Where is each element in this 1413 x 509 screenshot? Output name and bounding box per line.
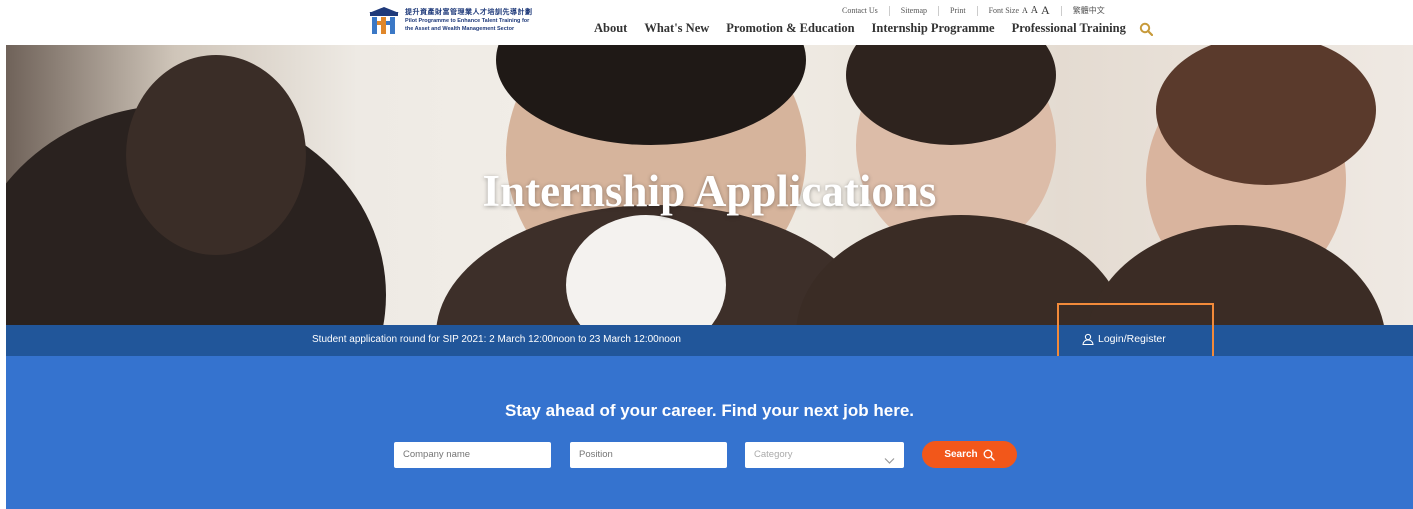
site-header: 提升資產財富管理業人才培訓先導計劃 Pilot Programme to Enh… xyxy=(0,0,1413,45)
category-select[interactable]: Category xyxy=(745,442,904,468)
contact-link[interactable]: Contact Us xyxy=(842,6,878,15)
divider xyxy=(938,5,939,16)
logo-name-en-2: the Asset and Wealth Management Sector xyxy=(405,26,515,32)
login-register-button[interactable]: Login/Register xyxy=(1082,333,1166,345)
category-select-value: Category xyxy=(754,449,793,460)
divider xyxy=(888,5,890,16)
nav-item-professional-training[interactable]: Professional Training xyxy=(1012,21,1126,36)
search-icon[interactable] xyxy=(1139,22,1153,36)
search-button[interactable]: Search xyxy=(922,441,1017,468)
nav-item-whats-new[interactable]: What's New xyxy=(644,21,709,36)
search-button-label: Search xyxy=(944,449,978,460)
main-nav: About What's New Promotion & Education I… xyxy=(594,21,1153,36)
chevron-down-icon xyxy=(884,450,895,464)
sitemap-link[interactable]: Sitemap xyxy=(901,6,927,15)
hero-photo-person xyxy=(1086,225,1386,325)
font-size-large-button[interactable]: A xyxy=(1041,3,1050,18)
logo-text: 提升資產財富管理業人才培訓先導計劃 Pilot Programme to Enh… xyxy=(405,9,533,33)
utility-nav: Contact Us Sitemap Print Font Size A A A… xyxy=(842,3,1105,18)
search-icon xyxy=(983,449,995,461)
nav-item-promotion-education[interactable]: Promotion & Education xyxy=(726,21,854,36)
font-size-small-button[interactable]: A xyxy=(1022,6,1028,15)
font-size-medium-button[interactable]: A xyxy=(1031,5,1038,16)
hero-photo-person xyxy=(126,55,306,255)
login-register-label: Login/Register xyxy=(1098,333,1166,345)
font-size-label: Font Size xyxy=(988,6,1020,15)
divider xyxy=(976,5,978,16)
application-round-notice: Student application round for SIP 2021: … xyxy=(312,334,681,345)
hero-banner: Internship Applications xyxy=(6,45,1413,325)
search-tagline: Stay ahead of your career. Find your nex… xyxy=(504,401,915,420)
logo-name-zh: 提升資產財富管理業人才培訓先導計劃 xyxy=(405,9,533,16)
site-logo[interactable]: 提升資產財富管理業人才培訓先導計劃 Pilot Programme to Enh… xyxy=(369,7,533,35)
position-input[interactable] xyxy=(570,442,727,468)
company-name-input[interactable] xyxy=(394,442,551,468)
hero-photo-person xyxy=(796,215,1126,325)
job-search-panel: Stay ahead of your career. Find your nex… xyxy=(6,356,1413,509)
logo-mark-icon xyxy=(369,7,399,35)
print-link[interactable]: Print xyxy=(950,6,966,15)
nav-item-about[interactable]: About xyxy=(594,21,627,36)
logo-name-en-1: Pilot Programme to Enhance Talent Traini… xyxy=(405,18,530,24)
application-info-bar: Student application round for SIP 2021: … xyxy=(6,325,1413,356)
page-title: Internship Applications xyxy=(482,166,937,216)
nav-item-internship-programme[interactable]: Internship Programme xyxy=(872,21,995,36)
divider xyxy=(1060,5,1062,16)
language-switch-link[interactable]: 繁體中文 xyxy=(1073,5,1105,16)
user-icon xyxy=(1082,333,1094,345)
